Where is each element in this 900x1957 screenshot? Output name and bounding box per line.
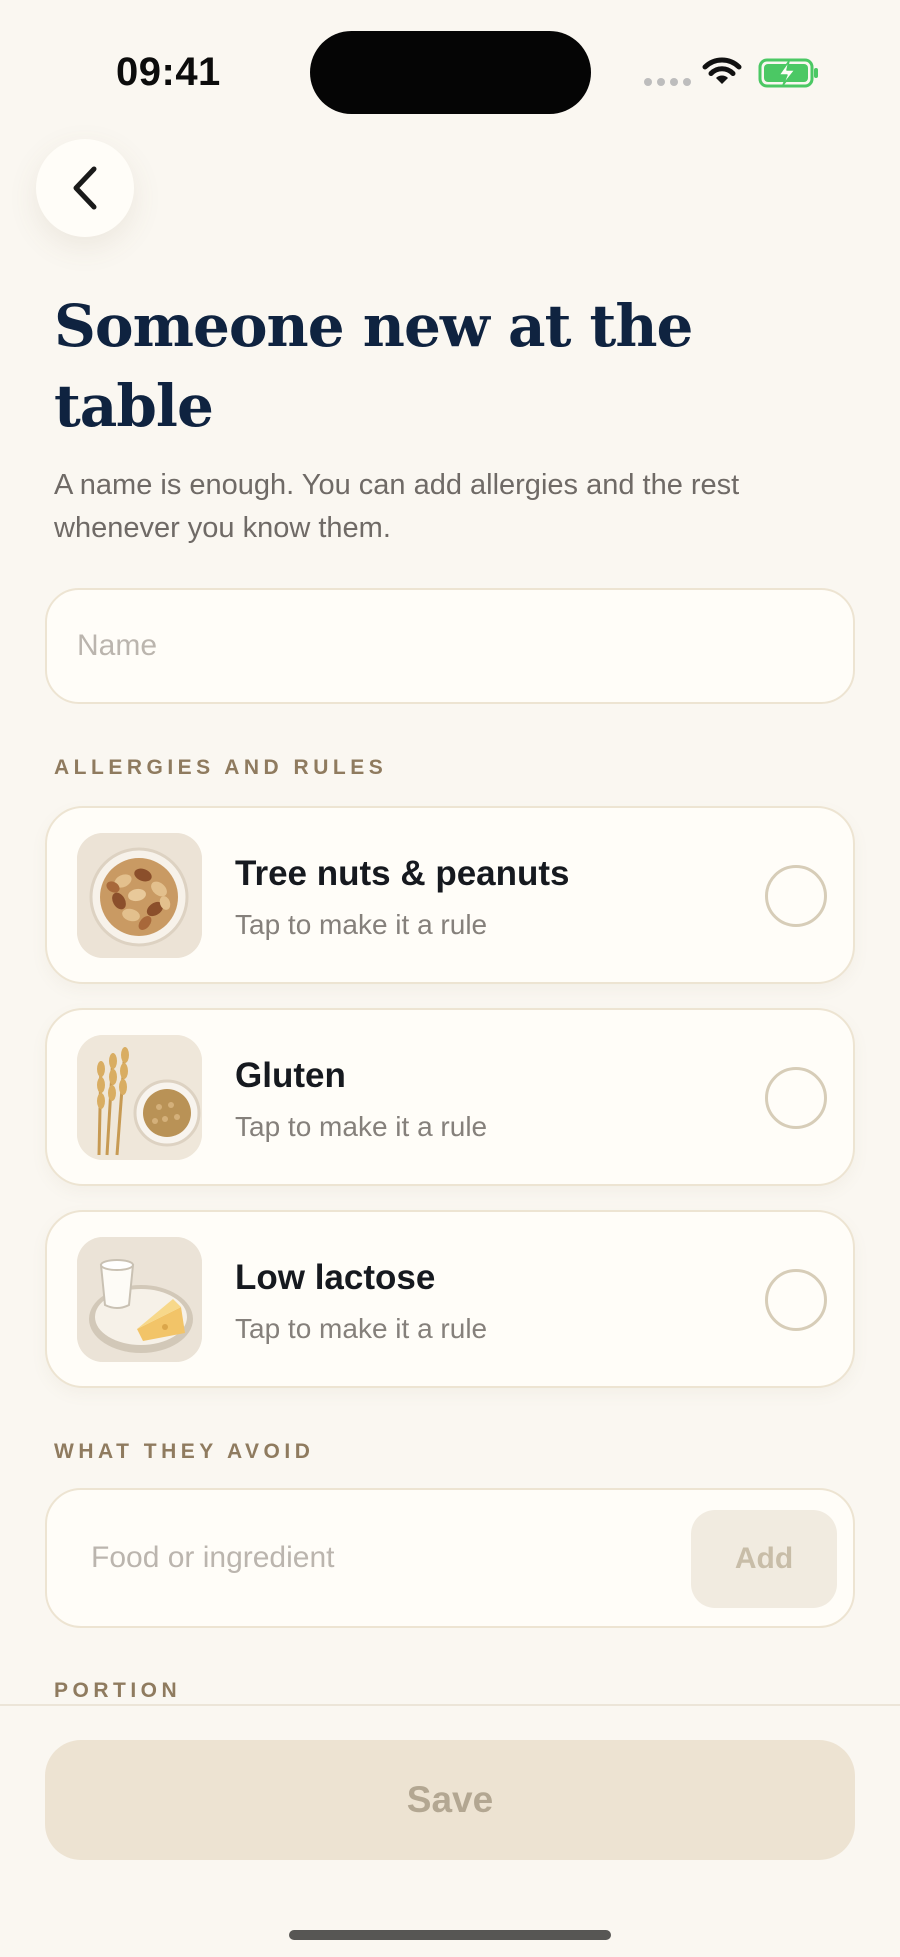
wheat-grain-icon (77, 1035, 202, 1160)
back-button[interactable] (36, 139, 134, 237)
nuts-bowl-icon (77, 833, 202, 958)
dynamic-island (310, 31, 591, 114)
rule-toggle-radio[interactable] (765, 865, 827, 927)
rule-toggle-radio[interactable] (765, 1067, 827, 1129)
save-button[interactable]: Save (45, 1740, 855, 1860)
footer-bar: Save (0, 1704, 900, 1957)
name-field[interactable] (45, 588, 855, 704)
wifi-icon (702, 57, 742, 84)
rule-card-tree-nuts[interactable]: Tree nuts & peanuts Tap to make it a rul… (45, 806, 855, 984)
status-time: 09:41 (116, 50, 221, 94)
page-subtitle: A name is enough. You can add allergies … (54, 469, 740, 544)
cellular-signal-icon (644, 78, 691, 86)
milk-cheese-icon (77, 1237, 202, 1362)
home-indicator (289, 1930, 611, 1940)
avoid-input[interactable] (47, 1490, 687, 1626)
rule-card-gluten[interactable]: Gluten Tap to make it a rule (45, 1008, 855, 1186)
chevron-left-icon (73, 166, 97, 210)
avoid-field: Add (45, 1488, 855, 1628)
battery-charging-icon (758, 58, 818, 88)
rule-card-low-lactose[interactable]: Low lactose Tap to make it a rule (45, 1210, 855, 1388)
section-label-portion: PORTION (54, 1679, 182, 1702)
status-bar: 09:41 (0, 0, 900, 140)
section-label-avoid: WHAT THEY AVOID (54, 1440, 315, 1463)
rule-hint: Tap to make it a rule (235, 1313, 488, 1344)
section-label-allergies: ALLERGIES AND RULES (54, 756, 388, 779)
rule-hint: Tap to make it a rule (235, 909, 488, 940)
rule-title: Low lactose (235, 1258, 436, 1297)
page-title: Someone new at the table (54, 292, 693, 440)
rule-hint: Tap to make it a rule (235, 1111, 488, 1142)
rule-toggle-radio[interactable] (765, 1269, 827, 1331)
rule-title: Gluten (235, 1056, 346, 1095)
rule-title: Tree nuts & peanuts (235, 854, 570, 893)
add-button[interactable]: Add (691, 1510, 837, 1608)
name-input[interactable] (47, 590, 853, 702)
